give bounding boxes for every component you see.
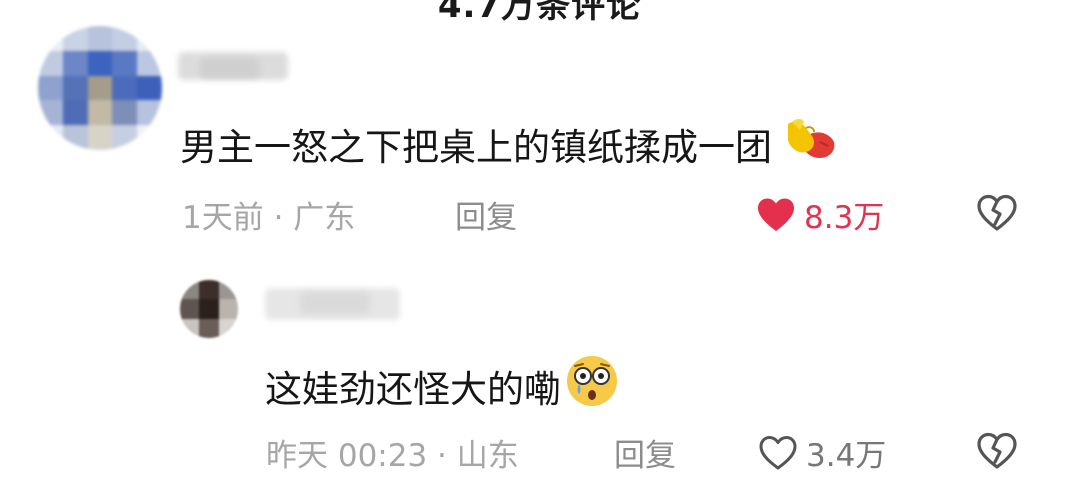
reply-time: 昨天 00:23 [266,438,428,474]
avatar[interactable] [38,26,162,150]
reply-like-button[interactable]: 3.4万 [758,430,886,475]
like-button[interactable]: 8.3万 [756,192,884,237]
reply-button[interactable]: 回复 [455,192,517,237]
reply-body: 这娃劲还怪大的嘞 [265,367,561,411]
comment-meta: 1天前 · 广东 [182,192,355,237]
reply-avatar[interactable] [180,280,238,338]
broken-heart-icon [977,194,1017,231]
heart-filled-icon [758,198,794,231]
heart-outline-icon [759,435,797,469]
comment-location: 广东 [293,200,356,236]
page-title: 4.7万条评论 [437,0,642,26]
pinching-hand-emoji [780,116,838,171]
reply-text: 这娃劲还怪大的嘞 [265,354,619,417]
comment-time: 1天前 [182,200,264,236]
dislike-button[interactable] [976,194,1018,236]
reply-meta: 昨天 00:23 · 山东 [266,430,519,475]
meta-separator: · [263,200,294,236]
comment-body: 男主一怒之下把桌上的镇纸揉成一团 [180,125,772,169]
broken-heart-icon [977,432,1017,469]
username-blurred-detail [200,58,260,78]
reply-location: 山东 [456,438,519,474]
reply-reply-button[interactable]: 回复 [614,430,676,475]
astonished-tear-face-emoji [565,354,619,417]
reply-username-blurred-detail [300,292,370,314]
meta-separator: · [427,438,457,474]
comment-text: 男主一怒之下把桌上的镇纸揉成一团 [180,116,838,171]
reply-dislike-button[interactable] [976,432,1018,474]
reply-like-count: 3.4万 [806,438,887,474]
like-count: 8.3万 [804,200,885,236]
